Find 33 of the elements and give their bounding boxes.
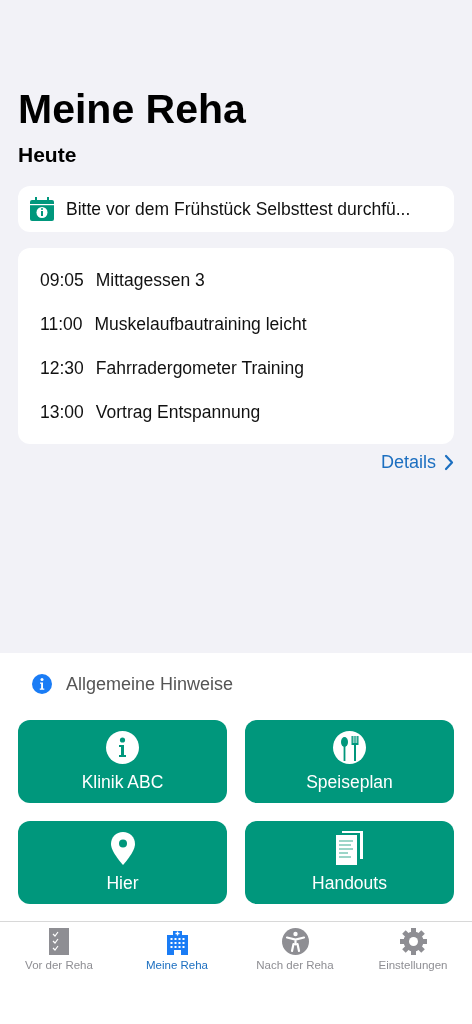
settings-icon: [399, 928, 427, 955]
tile-button[interactable]: Speiseplan: [245, 720, 454, 803]
accessibility-person-icon: [281, 928, 309, 955]
documents-icon: [336, 831, 363, 865]
general-notes-link[interactable]: Allgemeine Hinweise: [66, 673, 234, 695]
hospital-icon: [166, 928, 188, 955]
schedule-title: Mittagessen 3: [95, 269, 205, 291]
tile-button[interactable]: Klinik ABC: [18, 720, 227, 803]
info-icon: [32, 674, 52, 694]
tile-button[interactable]: Hier: [18, 821, 227, 904]
chevron-right-icon: [444, 454, 454, 471]
schedule-time: 11:00: [40, 313, 83, 335]
calendar-info-icon: [30, 197, 54, 221]
page-title: Meine Reha: [18, 86, 246, 132]
location-pin-icon: [110, 831, 135, 865]
notice-text: Bitte vor dem Frühstück Selbsttest durchfü...: [66, 198, 411, 220]
tab[interactable]: Nach der Reha: [236, 928, 354, 971]
info-icon: [106, 730, 139, 764]
schedule-time: 09:05: [40, 269, 84, 291]
schedule-title: Fahrradergometer Training: [95, 357, 304, 379]
schedule-title: Muskelaufbautraining leicht: [94, 313, 307, 335]
notice-card[interactable]: Bitte vor dem Frühstück Selbsttest durchfü...: [18, 186, 454, 232]
tile-button[interactable]: Handouts: [245, 821, 454, 904]
cutlery-icon: [333, 730, 366, 764]
tab[interactable]: Meine Reha: [118, 928, 236, 971]
section-heading: Heute: [18, 142, 77, 168]
schedule-title: Vortrag Entspannung: [95, 401, 261, 423]
tab[interactable]: Einstellungen: [354, 928, 472, 971]
schedule-time: 13:00: [40, 401, 84, 423]
checklist-icon: [49, 928, 69, 955]
details-link[interactable]: Details: [380, 452, 454, 473]
tab[interactable]: Vor der Reha: [0, 928, 118, 971]
schedule-time: 12:30: [40, 357, 84, 379]
